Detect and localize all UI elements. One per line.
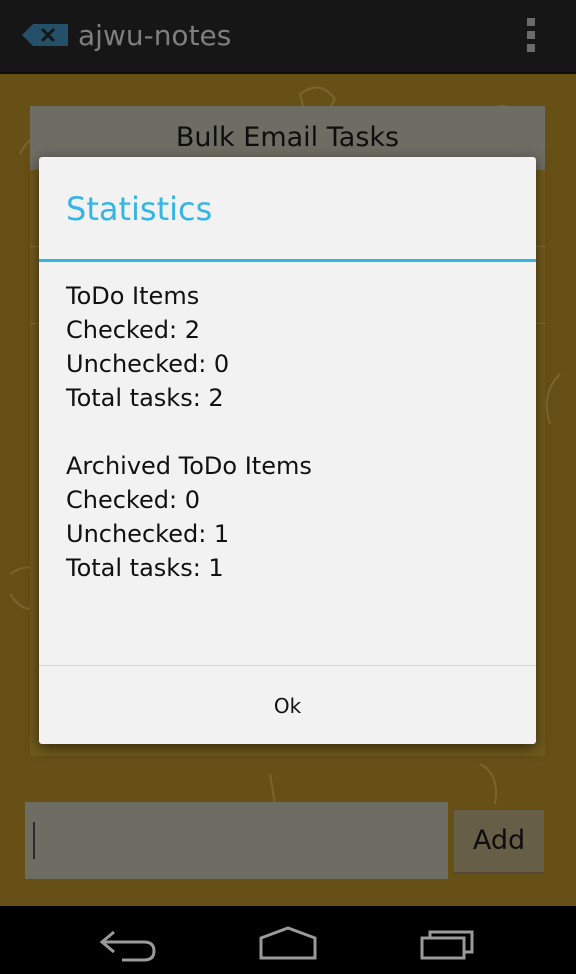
action-bar: ajwu-notes xyxy=(0,0,576,74)
todo-unchecked: Unchecked: 0 xyxy=(66,350,230,378)
archived-total: Total tasks: 1 xyxy=(66,554,224,582)
overflow-menu-icon[interactable] xyxy=(520,16,542,54)
dialog-title: Statistics xyxy=(66,190,213,228)
dialog-title-divider xyxy=(39,259,536,262)
app-title: ajwu-notes xyxy=(78,19,232,52)
home-icon[interactable] xyxy=(253,924,323,962)
new-task-input[interactable] xyxy=(25,802,448,879)
todo-heading: ToDo Items xyxy=(66,282,200,310)
todo-checked: Checked: 2 xyxy=(66,316,200,344)
text-cursor xyxy=(33,822,35,859)
ok-button[interactable]: Ok xyxy=(39,666,536,744)
section-gap xyxy=(66,415,516,449)
todo-total: Total tasks: 2 xyxy=(66,384,224,412)
navigation-bar xyxy=(0,906,576,974)
dialog-body: ToDo Items Checked: 2 Unchecked: 0 Total… xyxy=(66,279,516,585)
recents-icon[interactable] xyxy=(416,924,486,962)
archived-unchecked: Unchecked: 1 xyxy=(66,520,230,548)
archived-checked: Checked: 0 xyxy=(66,486,200,514)
back-icon[interactable] xyxy=(92,924,162,962)
note-x-icon[interactable] xyxy=(22,24,68,46)
statistics-dialog: Statistics ToDo Items Checked: 2 Uncheck… xyxy=(39,157,536,744)
add-button[interactable]: Add xyxy=(454,810,544,874)
archived-heading: Archived ToDo Items xyxy=(66,452,312,480)
